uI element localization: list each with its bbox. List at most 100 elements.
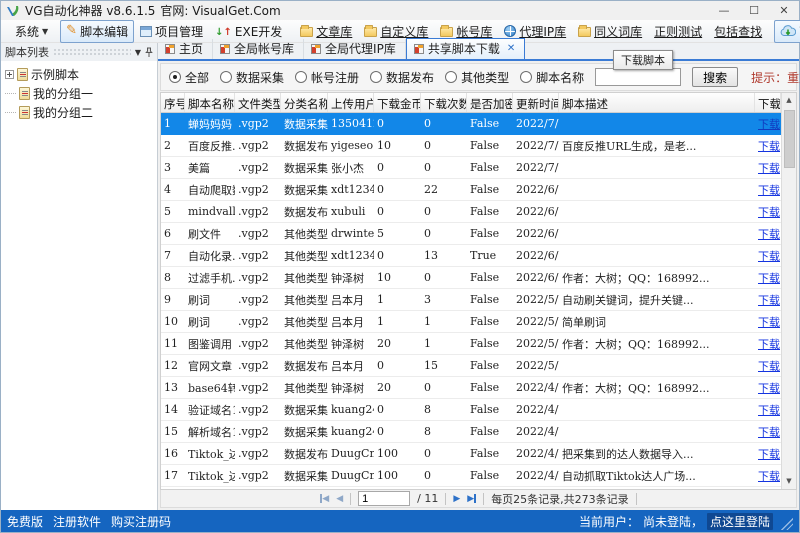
chevron-down-icon[interactable]: ▼ <box>135 48 141 57</box>
download-link[interactable]: 下载 <box>758 206 780 219</box>
download-link[interactable]: 下载 <box>758 338 780 351</box>
include-search-button[interactable]: 包括查找 <box>708 20 768 43</box>
sidebar-item-我的分组二[interactable]: 我的分组二 <box>3 103 155 122</box>
tree-expand-icon[interactable] <box>5 70 14 79</box>
search-button[interactable]: 搜索 <box>692 67 738 87</box>
cell-category: 其他类型 <box>281 226 328 242</box>
table-row[interactable]: 11图鉴调用.vgp2其他类型钟泽树201False2022/5/17作者：大树… <box>161 333 781 355</box>
close-button[interactable]: ✕ <box>769 1 799 20</box>
download-link[interactable]: 下载 <box>758 404 780 417</box>
column-header-更新时间[interactable]: 更新时间 <box>513 93 559 112</box>
regex-test-button[interactable]: 正则测试 <box>648 20 708 43</box>
filter-radio-数据发布[interactable]: 数据发布 <box>370 69 434 86</box>
resize-grip[interactable] <box>781 518 793 530</box>
table-row[interactable]: 14验证域名1.vgp2数据采集kuang245229908False2022/… <box>161 399 781 421</box>
scroll-down-icon[interactable]: ▼ <box>782 474 797 489</box>
table-row[interactable]: 16Tiktok_达....vgp2数据发布DuugCn1000False202… <box>161 443 781 465</box>
last-page-button[interactable]: ▶ <box>467 494 476 504</box>
first-page-button[interactable]: ◀ <box>320 494 329 504</box>
pin-icon[interactable] <box>145 47 153 58</box>
page-number-input[interactable] <box>358 491 410 506</box>
filter-radio-全部[interactable]: 全部 <box>169 69 209 86</box>
next-page-button[interactable]: ▶ <box>453 494 460 504</box>
download-link[interactable]: 下载 <box>758 448 780 461</box>
table-row[interactable]: 4自动爬取数据.vgp2数据采集xdt12345022False2022/6/2… <box>161 179 781 201</box>
statusbar-link-免费版[interactable]: 免费版 <box>7 513 43 530</box>
table-row[interactable]: 5mindvalley.vgp2数据发布xubuli00False2022/6/… <box>161 201 781 223</box>
scrollbar-thumb[interactable] <box>784 110 795 168</box>
table-row[interactable]: 9刷词.vgp2其他类型吕本月13False2022/5/27自动刷关键词，提升… <box>161 289 781 311</box>
column-header-上传用户[interactable]: 上传用户 <box>328 93 374 112</box>
minimize-button[interactable]: — <box>709 1 739 20</box>
download-link[interactable]: 下载 <box>758 360 780 373</box>
sidebar-item-示例脚本[interactable]: 示例脚本 <box>3 65 155 84</box>
table-row[interactable]: 2百度反推....vgp2数据发布yigeseo100False2022/7/8… <box>161 135 781 157</box>
download-link[interactable]: 下载 <box>758 426 780 439</box>
download-link[interactable]: 下载 <box>758 140 780 153</box>
download-link[interactable]: 下载 <box>758 118 780 131</box>
column-header-下载次数[interactable]: 下载次数 <box>421 93 467 112</box>
table-row[interactable]: 6刷文件.vgp2其他类型drwinter50False2022/6/25下载 <box>161 223 781 245</box>
tab-全局帐号库[interactable]: 全局帐号库 <box>213 39 304 59</box>
tab-主页[interactable]: 主页 <box>158 39 213 59</box>
tab-close-icon[interactable]: ✕ <box>507 43 515 54</box>
cell-coins: 0 <box>374 359 421 372</box>
download-link[interactable]: 下载 <box>758 272 780 285</box>
tab-共享脚本下载[interactable]: 共享脚本下载✕ <box>406 38 525 59</box>
column-header-是否加密[interactable]: 是否加密 <box>467 93 513 112</box>
statusbar-link-购买注册码[interactable]: 购买注册码 <box>111 513 171 530</box>
download-link[interactable]: 下载 <box>758 228 780 241</box>
scroll-up-icon[interactable]: ▲ <box>782 93 797 108</box>
cell-downloads: 0 <box>421 447 467 460</box>
table-row[interactable]: 12官网文章.vgp2数据发布吕本月015False2022/5/5下载 <box>161 355 781 377</box>
script-name-input[interactable] <box>595 68 681 86</box>
filter-radio-数据采集[interactable]: 数据采集 <box>220 69 284 86</box>
column-header-脚本名称[interactable]: 脚本名称 <box>185 93 235 112</box>
cell-category: 其他类型 <box>281 380 328 396</box>
table-row[interactable]: 7自动化录....vgp2其他类型xdt12345013True2022/6/2… <box>161 245 781 267</box>
cell-category: 其他类型 <box>281 292 328 308</box>
statusbar-link-注册软件[interactable]: 注册软件 <box>53 513 101 530</box>
cell-coins: 20 <box>374 337 421 350</box>
table-row[interactable]: 8过滤手机....vgp2其他类型钟泽树100False2022/6/16作者：… <box>161 267 781 289</box>
download-link[interactable]: 下载 <box>758 382 780 395</box>
vertical-scrollbar[interactable]: ▲ ▼ <box>781 93 796 489</box>
table-row[interactable]: 13base64转图片.vgp2其他类型钟泽树200False2022/4/20… <box>161 377 781 399</box>
toolbar-item-label: 自定义库 <box>380 23 428 40</box>
maximize-button[interactable]: ☐ <box>739 1 769 20</box>
download-link[interactable]: 下载 <box>758 184 780 197</box>
login-link[interactable]: 点这里登陆 <box>707 513 773 530</box>
table-row[interactable]: 10刷词.vgp2其他类型吕本月11False2022/5/25简单刷词下载 <box>161 311 781 333</box>
sidebar-item-我的分组一[interactable]: 我的分组一 <box>3 84 155 103</box>
column-header-脚本描述[interactable]: 脚本描述 <box>559 93 755 112</box>
column-header-序号[interactable]: 序号 <box>161 93 185 112</box>
table-row[interactable]: 15解析域名1.vgp2数据采集kuang245229908False2022/… <box>161 421 781 443</box>
download-link[interactable]: 下载 <box>758 470 780 483</box>
filter-radio-其他类型[interactable]: 其他类型 <box>445 69 509 86</box>
download-link[interactable]: 下载 <box>758 162 780 175</box>
download-link[interactable]: 下载 <box>758 316 780 329</box>
tab-全局代理IP库[interactable]: 全局代理IP库 <box>304 39 406 59</box>
system-menu[interactable]: 系统▼ <box>9 20 54 43</box>
filter-radio-脚本名称[interactable]: 脚本名称 <box>520 69 584 86</box>
synonym-library-button[interactable]: 同义词库 <box>572 20 648 43</box>
cell-user: 钟泽树 <box>328 336 374 352</box>
column-header-下载[interactable]: 下载 <box>755 93 781 112</box>
table-row[interactable]: 17Tiktok_达....vgp2数据采集DuugCn1000False202… <box>161 465 781 487</box>
column-header-下载金币[interactable]: 下载金币 <box>374 93 421 112</box>
download-script-button[interactable]: 下载脚本 <box>774 20 800 43</box>
cell-encrypted: False <box>467 161 513 174</box>
prev-page-button[interactable]: ◀ <box>336 494 343 504</box>
table-row[interactable]: 18下载 <box>161 487 781 489</box>
column-header-文件类型[interactable]: 文件类型 <box>235 93 281 112</box>
cell-encrypted: False <box>467 139 513 152</box>
download-link[interactable]: 下载 <box>758 250 780 263</box>
table-row[interactable]: 1蝉妈妈妈.vgp2数据采集1350412101400False2022/7/9… <box>161 113 781 135</box>
tab-strip: 主页全局帐号库全局代理IP库共享脚本下载✕ <box>158 43 799 61</box>
column-header-分类名称[interactable]: 分类名称 <box>281 93 328 112</box>
pagination-separator <box>636 493 637 505</box>
script-edit-button[interactable]: ✎脚本编辑 <box>60 20 134 43</box>
download-link[interactable]: 下载 <box>758 294 780 307</box>
filter-radio-帐号注册[interactable]: 帐号注册 <box>295 69 359 86</box>
table-row[interactable]: 3美篇.vgp2数据采集张小杰00False2022/7/8下载 <box>161 157 781 179</box>
